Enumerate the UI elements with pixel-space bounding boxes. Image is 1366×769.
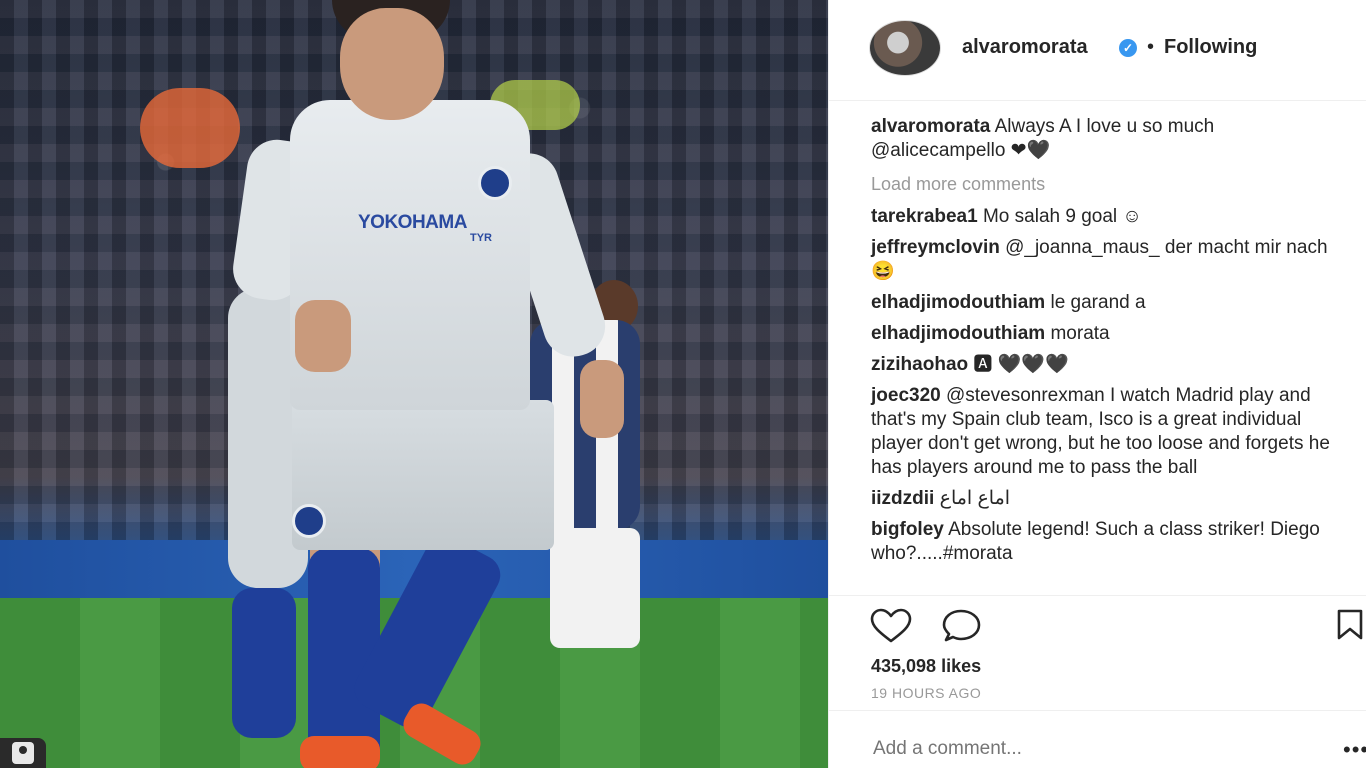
- background-player-opponent-shorts: [550, 528, 640, 648]
- add-comment-input[interactable]: [871, 737, 1295, 761]
- comment-item: iizdzdii اماع اماع: [871, 487, 1351, 511]
- comment-username[interactable]: bigfoley: [871, 519, 944, 540]
- comment-item: tarekrabea1 Mo salah 9 goal ☺: [871, 205, 1351, 229]
- comment-username[interactable]: jeffreymclovin: [871, 237, 1000, 258]
- comment-item: bigfoley Absolute legend! Such a class s…: [871, 518, 1351, 566]
- avatar[interactable]: [869, 20, 941, 76]
- comment-username[interactable]: joec320: [871, 385, 941, 406]
- comment-text: اماع اماع: [939, 488, 1011, 509]
- heart-icon[interactable]: [869, 608, 915, 648]
- caption-username[interactable]: alvaromorata: [871, 116, 990, 137]
- comment-item: jeffreymclovin @_joanna_maus_ der macht …: [871, 236, 1351, 284]
- comments-list: alvaromorata Always A I love u so much @…: [871, 115, 1351, 573]
- post-header: alvaromorata ✓ • Following: [829, 0, 1366, 101]
- header-username[interactable]: alvaromorata: [962, 36, 1088, 59]
- comment-username[interactable]: zizihaohao: [871, 354, 968, 375]
- comment-text: morata: [1050, 323, 1110, 344]
- post-photo[interactable]: YOKOHAMA TYR: [0, 0, 828, 768]
- tagged-user-icon[interactable]: [0, 738, 46, 768]
- comment-text: Mo salah 9 goal ☺: [982, 206, 1142, 227]
- load-more-comments-button[interactable]: Load more comments: [871, 173, 1351, 195]
- background-player-leg: [232, 588, 296, 738]
- verified-badge-icon: ✓: [1119, 39, 1137, 57]
- shirt-sponsor-sub: TYR: [470, 232, 492, 244]
- header-separator: •: [1147, 36, 1155, 58]
- caption: alvaromorata Always A I love u so much @…: [871, 115, 1351, 163]
- following-button[interactable]: Following: [1164, 36, 1257, 59]
- post-detail-panel: alvaromorata ✓ • Following alvaromorata …: [828, 0, 1366, 768]
- chelsea-crest-icon: [478, 166, 512, 200]
- comment-username[interactable]: elhadjimodouthiam: [871, 323, 1045, 344]
- player-shorts: [292, 400, 554, 550]
- comment-username[interactable]: elhadjimodouthiam: [871, 292, 1045, 313]
- comment-text: 🅰 🖤🖤🖤: [973, 354, 1069, 375]
- comment-item: elhadjimodouthiam le garand a: [871, 291, 1351, 315]
- shirt-sponsor: YOKOHAMA: [358, 212, 467, 233]
- comment-username[interactable]: iizdzdii: [871, 488, 934, 509]
- player-head: [340, 8, 444, 120]
- comment-username[interactable]: tarekrabea1: [871, 206, 978, 227]
- comment-item: zizihaohao 🅰 🖤🖤🖤: [871, 353, 1351, 377]
- chelsea-crest-shorts-icon: [292, 504, 326, 538]
- comment-item: joec320 @stevesonrexman I watch Madrid p…: [871, 384, 1351, 480]
- post-timestamp[interactable]: 19 HOURS AGO: [871, 685, 981, 701]
- bookmark-icon[interactable]: [1335, 608, 1366, 648]
- player-hand-right: [580, 360, 624, 438]
- comment-icon[interactable]: [941, 608, 987, 648]
- comment-text: le garand a: [1050, 292, 1146, 313]
- add-comment-bar: •••: [829, 710, 1366, 769]
- more-options-icon[interactable]: •••: [1343, 737, 1366, 763]
- player-boot-left: [300, 736, 380, 768]
- player-hand-left: [295, 300, 351, 372]
- spectator-orange: [140, 88, 240, 168]
- comment-item: elhadjimodouthiam morata: [871, 322, 1351, 346]
- likes-count[interactable]: 435,098 likes: [871, 656, 981, 677]
